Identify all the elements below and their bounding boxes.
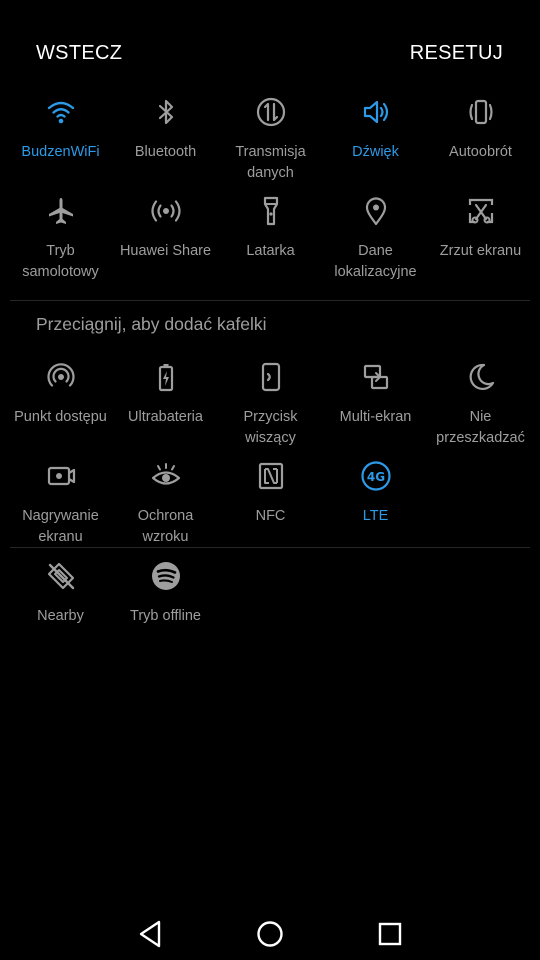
tile-label: Przycisk wiszący: [243, 409, 298, 446]
tile-auto-rotate[interactable]: Autoobrót: [428, 96, 533, 163]
location-icon: [360, 195, 392, 227]
svg-text:4G: 4G: [366, 470, 384, 484]
tile-do-not-disturb[interactable]: Nie przeszkadzać: [428, 361, 533, 449]
flashlight-icon: [255, 195, 287, 227]
header: WSTECZ RESETUJ: [0, 0, 540, 110]
airplane-icon: [45, 195, 77, 227]
screen-record-icon: [45, 460, 77, 492]
tile-label: Dźwięk: [352, 144, 399, 160]
nav-home-button[interactable]: [250, 914, 290, 954]
ultra-battery-icon: [150, 361, 182, 393]
tile-label: Multi-ekran: [339, 409, 412, 425]
tile-nfc[interactable]: NFC: [218, 460, 323, 527]
section-title: Przeciągnij, aby dodać kafelki: [36, 314, 267, 334]
divider: [10, 547, 530, 548]
lte-4g-icon: 4G: [360, 460, 392, 492]
tile-label: Nearby: [37, 608, 84, 624]
auto-rotate-icon: [465, 96, 497, 128]
tile-label: Ochrona wzroku: [137, 508, 194, 545]
mobile-data-icon: [255, 96, 287, 128]
huawei-share-icon: [150, 195, 182, 227]
tile-sound[interactable]: Dźwięk: [323, 96, 428, 163]
tile-label: Nagrywanie ekranu: [22, 508, 99, 545]
divider: [10, 300, 530, 301]
tile-label: NFC: [255, 508, 286, 524]
nav-home-icon: [257, 921, 283, 947]
tile-label: Autoobrót: [449, 144, 512, 160]
tile-lte-4g[interactable]: 4G LTE: [323, 460, 428, 527]
tile-label: Huawei Share: [119, 243, 212, 259]
navigation-bar: [0, 900, 540, 960]
tile-hotspot[interactable]: Punkt dostępu: [8, 361, 113, 428]
tile-floating-button[interactable]: Przycisk wiszący: [218, 361, 323, 449]
tile-screen-record[interactable]: Nagrywanie ekranu: [8, 460, 113, 548]
tile-ultra-battery[interactable]: Ultrabateria: [113, 361, 218, 428]
tile-label: Punkt dostępu: [14, 409, 107, 425]
hotspot-icon: [45, 361, 77, 393]
tile-label: Zrzut ekranu: [439, 243, 522, 259]
do-not-disturb-icon: [465, 361, 497, 393]
nfc-icon: [255, 460, 287, 492]
tile-nearby[interactable]: Nearby: [8, 560, 113, 627]
tile-label: LTE: [362, 508, 389, 524]
tile-label: Nie przeszkadzać: [436, 409, 525, 446]
tile-huawei-share[interactable]: Huawei Share: [113, 195, 218, 262]
tile-wifi[interactable]: BudzenWiFi: [8, 96, 113, 163]
screenshot-icon: [465, 195, 497, 227]
floating-button-icon: [255, 361, 287, 393]
tile-multi-screen[interactable]: Multi-ekran: [323, 361, 428, 428]
wifi-icon: [45, 96, 77, 128]
bluetooth-icon: [150, 96, 182, 128]
tile-flashlight[interactable]: Latarka: [218, 195, 323, 262]
tile-label: Tryb offline: [130, 608, 201, 624]
nav-recents-button[interactable]: [370, 914, 410, 954]
tile-screenshot[interactable]: Zrzut ekranu: [428, 195, 533, 262]
tile-eye-comfort[interactable]: Ochrona wzroku: [113, 460, 218, 548]
tile-bluetooth[interactable]: Bluetooth: [113, 96, 218, 163]
tile-label: BudzenWiFi: [21, 144, 100, 160]
nearby-icon: [45, 560, 77, 592]
tile-label: Transmisja danych: [235, 144, 306, 181]
reset-button[interactable]: RESETUJ: [410, 42, 503, 65]
tile-label: Latarka: [246, 243, 295, 259]
multi-screen-icon: [360, 361, 392, 393]
tile-mobile-data[interactable]: Transmisja danych: [218, 96, 323, 184]
nav-back-icon: [139, 920, 161, 948]
tile-label: Bluetooth: [134, 144, 197, 160]
tile-label: Tryb samolotowy: [22, 243, 99, 280]
spotify-icon: [150, 560, 182, 592]
nav-recents-icon: [378, 922, 402, 946]
back-button[interactable]: WSTECZ: [36, 42, 122, 65]
eye-comfort-icon: [150, 460, 182, 492]
tile-spotify[interactable]: Tryb offline: [113, 560, 218, 627]
tile-label: Ultrabateria: [128, 409, 203, 425]
sound-icon: [360, 96, 392, 128]
tile-airplane[interactable]: Tryb samolotowy: [8, 195, 113, 283]
tile-location[interactable]: Dane lokalizacyjne: [323, 195, 428, 283]
tile-label: Dane lokalizacyjne: [334, 243, 417, 280]
nav-back-button[interactable]: [130, 914, 170, 954]
